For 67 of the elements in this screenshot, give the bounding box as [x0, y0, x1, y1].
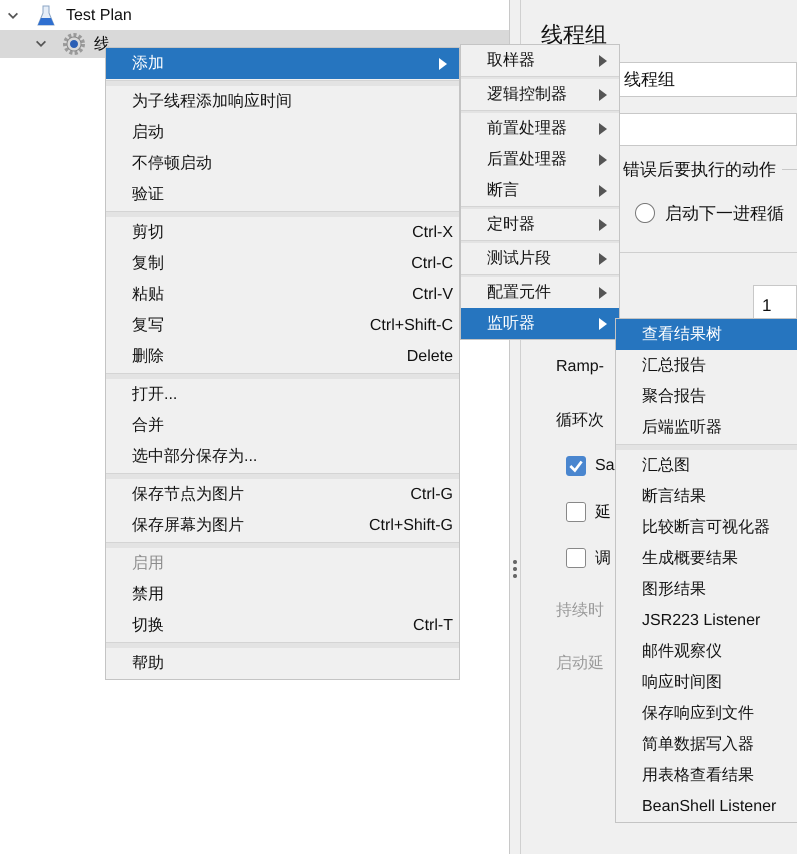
menu-item[interactable]: 添加 — [106, 48, 459, 79]
menu-item[interactable]: 响应时间图 — [616, 667, 797, 698]
checkbox[interactable] — [566, 456, 586, 476]
menu-item[interactable]: JSR223 Listener — [616, 605, 797, 636]
section-label: 错误后要执行的动作 — [623, 158, 776, 180]
menu-item[interactable]: 后端监听器 — [616, 412, 797, 443]
menu-item[interactable]: 后置处理器 — [461, 144, 619, 175]
submenu-arrow-icon — [599, 252, 607, 264]
checkbox[interactable] — [566, 502, 586, 522]
menu-item[interactable]: 复制 Ctrl-C — [106, 248, 459, 279]
checkbox-label: Sa — [595, 457, 615, 475]
radio-button[interactable] — [635, 203, 655, 223]
submenu-arrow-icon — [599, 88, 607, 100]
menu-item[interactable]: 粘贴 Ctrl-V — [106, 279, 459, 310]
tree-node[interactable]: Test Plan — [0, 2, 509, 30]
menu-item[interactable]: 禁用 — [106, 579, 459, 610]
submenu-arrow-icon — [599, 54, 607, 66]
menu-item[interactable]: 复写 Ctrl+Shift-C — [106, 310, 459, 341]
menu-item[interactable]: 比较断言可视化器 — [616, 512, 797, 543]
submenu-arrow-icon — [599, 318, 607, 330]
menu-item[interactable]: 汇总报告 — [616, 350, 797, 381]
splitter-handle-icon[interactable] — [512, 558, 518, 578]
menu-item[interactable]: 打开... — [106, 379, 459, 410]
submenu-arrow-icon — [599, 122, 607, 134]
menu-item[interactable]: 简单数据写入器 — [616, 729, 797, 760]
submenu-arrow-icon — [599, 218, 607, 230]
menu-item[interactable]: 验证 — [106, 179, 459, 210]
menu-item[interactable]: 监听器 — [461, 308, 619, 339]
gear-icon — [62, 32, 86, 56]
menu-item[interactable]: 切换 Ctrl-T — [106, 610, 459, 641]
checkbox[interactable] — [566, 548, 586, 568]
submenu-arrow-icon — [599, 184, 607, 196]
checkbox-label: 调 — [595, 548, 611, 568]
field-label: 启动延 — [556, 654, 604, 674]
field-label: Ramp- — [556, 357, 604, 377]
menu-item[interactable]: 选中部分保存为... — [106, 441, 459, 472]
field-label: 循环次 — [556, 411, 604, 431]
menu-item[interactable]: 聚合报告 — [616, 381, 797, 412]
menu-item[interactable]: 为子线程添加响应时间 — [106, 86, 459, 117]
menu-item[interactable]: 合并 — [106, 410, 459, 441]
menu-item[interactable]: 定时器 — [461, 209, 619, 240]
radio-label: 启动下一进程循 — [665, 202, 784, 224]
menu-item[interactable]: 帮助 — [106, 648, 459, 679]
menu-item[interactable]: 保存屏幕为图片 Ctrl+Shift-G — [106, 510, 459, 541]
menu-item[interactable]: 测试片段 — [461, 243, 619, 274]
menu-item[interactable]: 生成概要结果 — [616, 543, 797, 574]
menu-item[interactable]: 删除 Delete — [106, 341, 459, 372]
menu-item[interactable]: 断言结果 — [616, 481, 797, 512]
menu-item[interactable]: 用表格查看结果 — [616, 760, 797, 791]
menu-item[interactable]: 断言 — [461, 175, 619, 206]
menu-item[interactable]: 邮件观察仪 — [616, 636, 797, 667]
menu-item[interactable]: 前置处理器 — [461, 113, 619, 144]
checkbox-label: 延 — [595, 502, 611, 522]
field-label: 持续时 — [556, 601, 604, 621]
menu-item[interactable]: 保存响应到文件 — [616, 698, 797, 729]
menu-item[interactable]: 剪切 Ctrl-X — [106, 217, 459, 248]
menu-item[interactable]: 图形结果 — [616, 574, 797, 605]
menu-item[interactable]: 保存节点为图片 Ctrl-G — [106, 479, 459, 510]
menu-item[interactable]: 逻辑控制器 — [461, 79, 619, 110]
submenu-arrow-icon — [599, 286, 607, 298]
menu-item[interactable]: 启动 — [106, 117, 459, 148]
submenu-arrow-icon — [599, 154, 607, 166]
menu-item[interactable]: 不停顿启动 — [106, 148, 459, 179]
menu-item[interactable]: BeanShell Listener — [616, 791, 797, 822]
menu-item[interactable]: 配置元件 — [461, 277, 619, 308]
menu-item[interactable]: 查看结果树 — [616, 319, 797, 350]
menu-item[interactable]: 汇总图 — [616, 450, 797, 481]
